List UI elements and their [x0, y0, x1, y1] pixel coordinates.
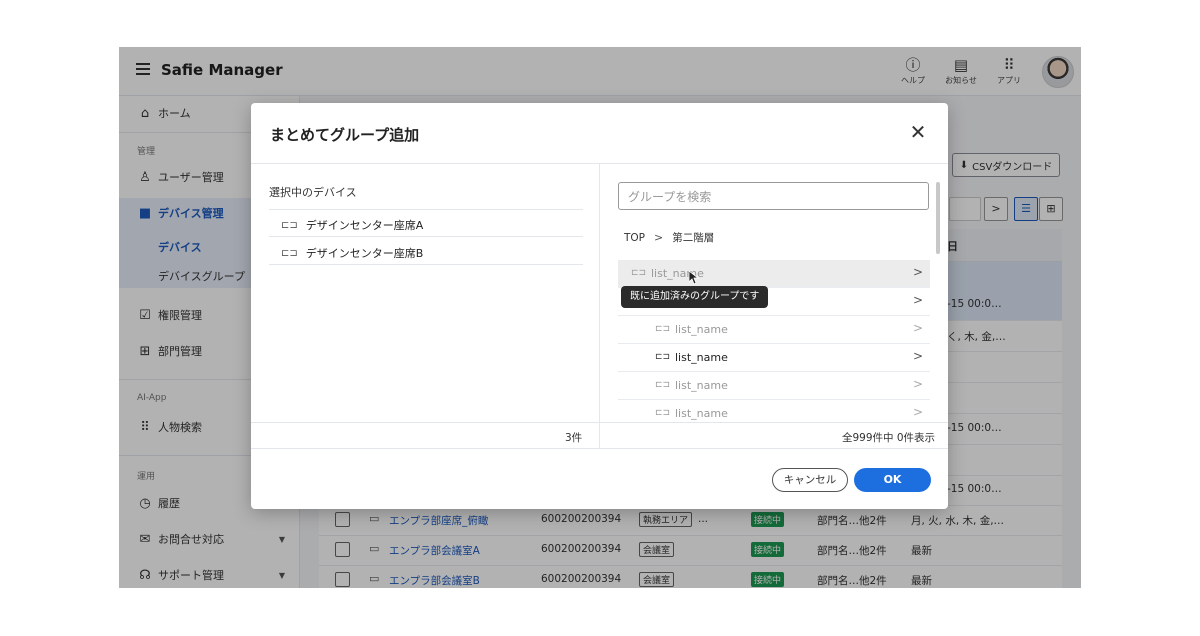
scrollbar[interactable]: [936, 182, 940, 254]
chevron-right-icon[interactable]: >: [913, 349, 923, 363]
list-item: ⊏⊐ デザインセンター座席B: [281, 245, 423, 261]
chevron-right-icon[interactable]: >: [913, 377, 923, 391]
group-name: list_name: [675, 323, 728, 336]
list-item: ⊏⊐ デザインセンター座席A: [281, 217, 423, 233]
already-added-tooltip: 既に追加済みのグループです: [621, 286, 769, 308]
chevron-right-icon[interactable]: >: [913, 265, 923, 279]
device-link-icon: ⊏⊐: [281, 219, 298, 231]
divider: [269, 209, 583, 210]
group-search-input[interactable]: グループを検索: [618, 182, 929, 210]
group-list-item[interactable]: ⊏⊐ list_name >: [618, 344, 930, 372]
ok-button[interactable]: OK: [854, 468, 931, 492]
close-icon[interactable]: ✕: [907, 121, 929, 143]
chevron-right-icon[interactable]: >: [913, 405, 923, 419]
mouse-cursor-icon: [689, 271, 699, 285]
group-link-icon: ⊏⊐: [655, 352, 671, 362]
group-result-count: 全999件中 0件表示: [842, 432, 936, 444]
group-name: list_name: [675, 351, 728, 364]
device-name: デザインセンター座席B: [305, 247, 424, 260]
group-link-icon: ⊏⊐: [655, 408, 671, 418]
group-list-item[interactable]: ⊏⊐ list_name >: [618, 316, 930, 344]
add-group-dialog: まとめてグループ追加 ✕ 選択中のデバイス ⊏⊐ デザインセンター座席A ⊏⊐ …: [251, 103, 948, 509]
breadcrumb-top[interactable]: TOP: [624, 232, 645, 244]
selected-count: 3件: [565, 432, 583, 444]
breadcrumb-current: 第二階層: [672, 232, 715, 244]
group-link-icon: ⊏⊐: [631, 268, 647, 278]
chevron-right-icon: >: [654, 231, 664, 244]
divider: [269, 236, 583, 237]
dialog-title: まとめてグループ追加: [270, 126, 420, 144]
group-list-item[interactable]: ⊏⊐ list_name >: [618, 260, 930, 288]
breadcrumb: TOP > 第二階層: [624, 230, 714, 245]
divider: [599, 422, 600, 448]
selected-devices-pane: 選択中のデバイス ⊏⊐ デザインセンター座席A ⊏⊐ デザインセンター座席B: [251, 164, 600, 422]
group-link-icon: ⊏⊐: [655, 324, 671, 334]
device-name: デザインセンター座席A: [305, 219, 424, 232]
group-name: list_name: [675, 379, 728, 392]
device-link-icon: ⊏⊐: [281, 247, 298, 259]
chevron-right-icon[interactable]: >: [913, 321, 923, 335]
cancel-button[interactable]: キャンセル: [772, 468, 848, 492]
divider: [251, 448, 948, 449]
chevron-right-icon[interactable]: >: [913, 293, 923, 307]
group-name: list_name: [675, 407, 728, 420]
group-list-item[interactable]: ⊏⊐ list_name >: [618, 372, 930, 400]
divider: [269, 264, 583, 265]
group-link-icon: ⊏⊐: [655, 380, 671, 390]
selected-devices-heading: 選択中のデバイス: [269, 186, 357, 199]
